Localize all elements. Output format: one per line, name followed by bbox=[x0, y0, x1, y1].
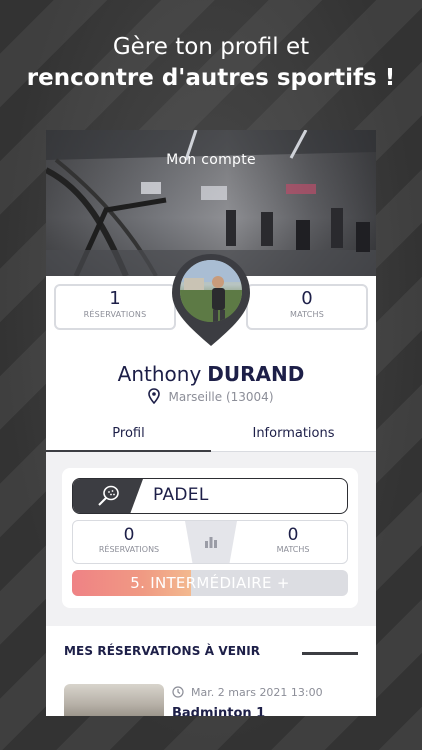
avatar-pin[interactable] bbox=[170, 252, 252, 348]
user-name: Anthony DURAND bbox=[46, 362, 376, 386]
matchs-stat[interactable]: 0 MATCHS bbox=[246, 284, 368, 330]
sport-reservations-label: RÉSERVATIONS bbox=[98, 545, 160, 554]
reservation-date-text: Mar. 2 mars 2021 13:00 bbox=[191, 686, 323, 699]
profile-card: 1 RÉSERVATIONS 0 MATCHS Anthony DURAND M… bbox=[46, 254, 376, 452]
location-pin-icon bbox=[148, 388, 161, 407]
reservations-label: RÉSERVATIONS bbox=[83, 310, 147, 319]
sport-matchs-label: MATCHS bbox=[276, 545, 310, 554]
matchs-count: 0 bbox=[301, 288, 313, 309]
avatar bbox=[176, 256, 246, 326]
last-name: DURAND bbox=[207, 362, 305, 386]
reservation-thumbnail[interactable] bbox=[64, 684, 164, 716]
promo-heading: Gère ton profil et rencontre d'autres sp… bbox=[0, 32, 422, 94]
level-progress-bar: 5. INTERMÉDIAIRE + bbox=[72, 570, 348, 596]
avatar-photo bbox=[180, 260, 242, 322]
clock-icon bbox=[172, 686, 184, 698]
reservations-count: 1 bbox=[109, 288, 121, 309]
section-divider bbox=[302, 652, 358, 655]
section-title: MES RÉSERVATIONS À VENIR bbox=[64, 644, 261, 658]
phone-screen: Mon compte 1 RÉSERVATIONS 0 MATCHS Antho… bbox=[46, 130, 376, 716]
sport-card: PADEL 0 RÉSERVATIONS 0 MATCHS 5. INTERMÉ bbox=[62, 468, 358, 608]
upcoming-reservations: MES RÉSERVATIONS À VENIR Mar. 2 mars 202… bbox=[46, 626, 376, 716]
page-title: Mon compte bbox=[166, 152, 256, 168]
profile-tabs: Profil Informations bbox=[46, 422, 376, 452]
sport-icon-box bbox=[73, 479, 143, 513]
reservation-name[interactable]: Badminton 1 bbox=[172, 706, 265, 716]
bar-chart-icon bbox=[205, 537, 217, 548]
sport-reservations-stat[interactable]: 0 RÉSERVATIONS bbox=[73, 525, 185, 554]
promo-line-2: rencontre d'autres sportifs ! bbox=[26, 65, 396, 91]
sport-stats: 0 RÉSERVATIONS 0 MATCHS bbox=[72, 520, 348, 564]
first-name: Anthony bbox=[117, 362, 202, 386]
level-label: 5. INTERMÉDIAIRE + bbox=[130, 574, 290, 592]
matchs-label: MATCHS bbox=[289, 310, 325, 319]
padel-racket-icon bbox=[98, 485, 119, 506]
sport-matchs-count: 0 bbox=[287, 525, 299, 545]
promo-line-1: Gère ton profil et bbox=[112, 34, 310, 60]
tab-profil[interactable]: Profil bbox=[46, 422, 211, 452]
reservation-date: Mar. 2 mars 2021 13:00 bbox=[172, 686, 323, 699]
tab-informations[interactable]: Informations bbox=[211, 422, 376, 452]
stats-divider bbox=[185, 521, 237, 563]
sport-name: PADEL bbox=[153, 485, 209, 505]
sport-header[interactable]: PADEL bbox=[72, 478, 348, 514]
sport-matchs-stat[interactable]: 0 MATCHS bbox=[237, 525, 347, 554]
reservations-stat[interactable]: 1 RÉSERVATIONS bbox=[54, 284, 176, 330]
user-location: Marseille (13004) bbox=[46, 388, 376, 407]
sport-reservations-count: 0 bbox=[123, 525, 135, 545]
location-text: Marseille (13004) bbox=[168, 390, 274, 404]
